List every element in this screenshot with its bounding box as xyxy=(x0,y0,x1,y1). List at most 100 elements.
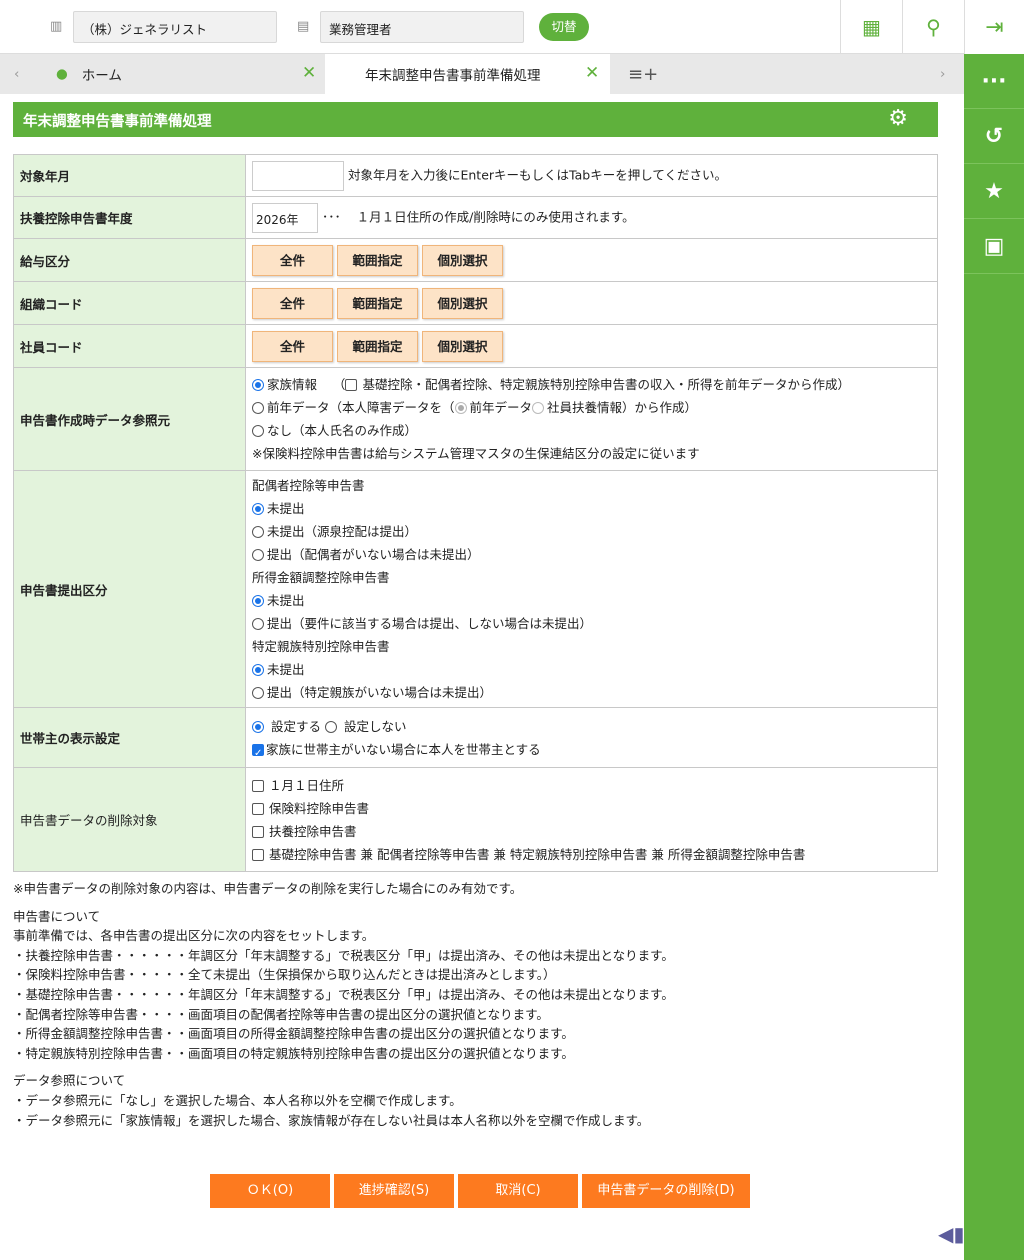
search-icon[interactable]: ⚲ xyxy=(902,0,964,54)
group-title: 配偶者控除等申告書 xyxy=(252,478,365,493)
tab-home[interactable]: ● ホーム ✕ xyxy=(40,54,325,94)
group-title: 特定親族特別控除申告書 xyxy=(252,639,390,654)
note-line: 事前準備では、各申告書の提出区分に次の内容をセットします。 xyxy=(13,928,375,944)
label-source: 申告書作成時データ参照元 xyxy=(13,367,246,471)
label-submit: 申告書提出区分 xyxy=(13,470,246,708)
range-button[interactable]: 範囲指定 xyxy=(337,244,418,276)
checkbox[interactable] xyxy=(252,848,264,861)
radio[interactable] xyxy=(252,503,264,515)
range-button[interactable]: 範囲指定 xyxy=(337,330,418,362)
add-tab-icon[interactable]: ≡+ xyxy=(628,54,658,94)
label-householder: 世帯主の表示設定 xyxy=(13,707,246,768)
radio-option[interactable]: 未提出 xyxy=(252,589,931,612)
source-prev-option[interactable]: 前年データ（本人障害データを（ 前年データ 社員扶養情報）から作成） xyxy=(252,396,931,419)
ok-button[interactable]: ＯＫ(O) xyxy=(210,1174,330,1208)
more-icon[interactable]: ··· xyxy=(964,54,1024,109)
year-input[interactable]: 2026年 xyxy=(252,202,318,233)
target-month-hint: 対象年月を入力後にEnterキーもしくはTabキーを押してください。 xyxy=(347,167,727,182)
gear-icon[interactable]: ⚙ xyxy=(888,106,908,131)
note-line: 申告書について xyxy=(13,908,101,924)
switch-button[interactable]: 切替 xyxy=(539,13,589,41)
radio-option[interactable]: 未提出 xyxy=(252,658,931,681)
label-employee: 社員コード xyxy=(13,324,246,368)
tab-scroll-left-icon[interactable]: ‹ xyxy=(14,54,19,94)
page-title: 年末調整申告書事前準備処理 ⚙ xyxy=(13,102,938,137)
radio[interactable] xyxy=(252,687,264,699)
clipboard-icon: ▤ xyxy=(297,19,310,34)
right-sidebar: ⇥ ··· ↺ ★ ▣ xyxy=(964,0,1024,1260)
note-line: ・扶養控除申告書・・・・・・年調区分「年末調整する」で税表区分「甲」は提出済み、… xyxy=(13,947,674,963)
tab-bar: ‹ ● ホーム ✕ 年末調整申告書事前準備処理 ✕ ≡+ › xyxy=(0,54,964,94)
inbox-icon[interactable]: ▣ xyxy=(964,219,1024,274)
company-field[interactable]: （株）ジェネラリスト xyxy=(73,11,277,43)
householder-checkbox-option[interactable]: 家族に世帯主がいない場合に本人を世帯主とする xyxy=(252,738,931,765)
checkbox[interactable] xyxy=(252,742,264,765)
label-target-month: 対象年月 xyxy=(13,154,246,197)
range-button[interactable]: 範囲指定 xyxy=(337,287,418,319)
tab-current[interactable]: 年末調整申告書事前準備処理 ✕ xyxy=(325,54,610,94)
collapse-arrow-icon[interactable]: ◀▮ xyxy=(938,1222,964,1246)
note-line: データ参照について xyxy=(13,1073,126,1089)
all-button[interactable]: 全件 xyxy=(252,244,333,276)
source-family-option[interactable]: 家族情報 （基礎控除・配偶者控除、特定親族特別控除申告書の収入・所得を前年データ… xyxy=(252,373,931,396)
cancel-button[interactable]: 取消(C) xyxy=(458,1174,578,1208)
logout-icon[interactable]: ⇥ xyxy=(964,0,1024,54)
checkbox[interactable] xyxy=(252,779,264,792)
note-line: ※申告書データの削除対象の内容は、申告書データの削除を実行した場合にのみ有効です… xyxy=(13,881,523,896)
building-icon: ▥ xyxy=(50,19,63,34)
apps-grid-icon[interactable]: ▦ xyxy=(840,0,902,54)
tab-scroll-right-icon[interactable]: › xyxy=(940,54,945,94)
individual-button[interactable]: 個別選択 xyxy=(422,244,503,276)
label-org: 組織コード xyxy=(13,281,246,325)
radio[interactable] xyxy=(252,402,264,414)
radio-option[interactable]: 提出（特定親族がいない場合は未提出） xyxy=(252,681,931,704)
checkbox-option[interactable]: 保険料控除申告書 xyxy=(252,797,931,820)
star-icon[interactable]: ★ xyxy=(964,164,1024,219)
checkbox[interactable] xyxy=(252,802,264,815)
radio-unset[interactable] xyxy=(324,720,337,733)
note-line: ・特定親族特別控除申告書・・画面項目の特定親族特別控除申告書の提出区分の選択値と… xyxy=(13,1045,574,1061)
radio[interactable] xyxy=(252,618,264,630)
radio[interactable] xyxy=(252,664,264,676)
radio-option[interactable]: 提出（配偶者がいない場合は未提出） xyxy=(252,543,931,566)
top-bar: ▥ （株）ジェネラリスト ▤ 業務管理者 切替 ▦ ⚲ xyxy=(0,0,964,54)
all-button[interactable]: 全件 xyxy=(252,287,333,319)
target-month-input[interactable] xyxy=(252,160,344,191)
year-picker-button[interactable]: ･･･ xyxy=(322,209,341,224)
checkbox[interactable] xyxy=(345,379,358,391)
note-line xyxy=(13,899,674,907)
individual-button[interactable]: 個別選択 xyxy=(422,287,503,319)
radio[interactable] xyxy=(252,425,264,437)
note-line: ・所得金額調整控除申告書・・画面項目の所得金額調整控除申告書の提出区分の選択値と… xyxy=(13,1026,574,1042)
label-year: 扶養控除申告書年度 xyxy=(13,196,246,239)
radio[interactable] xyxy=(252,549,264,561)
progress-button[interactable]: 進捗確認(S) xyxy=(334,1174,454,1208)
source-none-option[interactable]: なし（本人氏名のみ作成） xyxy=(252,419,931,442)
radio[interactable] xyxy=(454,402,467,414)
radio-option[interactable]: 未提出 xyxy=(252,497,931,520)
all-button[interactable]: 全件 xyxy=(252,330,333,362)
history-icon[interactable]: ↺ xyxy=(964,109,1024,164)
radio-option[interactable]: 未提出（源泉控配は提出） xyxy=(252,520,931,543)
checkbox[interactable] xyxy=(252,825,264,838)
source-note: ※保険料控除申告書は給与システム管理マスタの生保連結区分の設定に従います xyxy=(252,446,700,461)
note-line: ・データ参照元に「家族情報」を選択した場合、家族情報が存在しない社員は本人名称以… xyxy=(13,1112,650,1128)
radio-set[interactable] xyxy=(252,720,264,733)
individual-button[interactable]: 個別選択 xyxy=(422,330,503,362)
close-icon[interactable]: ✕ xyxy=(585,63,599,83)
close-icon[interactable]: ✕ xyxy=(302,63,316,83)
radio[interactable] xyxy=(252,526,264,538)
note-line: ・保険料控除申告書・・・・・全て未提出（生保損保から取り込んだときは提出済みとし… xyxy=(13,967,556,983)
pin-icon: ● xyxy=(56,66,68,82)
checkbox-option[interactable]: １月１日住所 xyxy=(252,774,931,797)
radio[interactable] xyxy=(532,402,545,414)
checkbox-option[interactable]: 基礎控除申告書 兼 配偶者控除等申告書 兼 特定親族特別控除申告書 兼 所得金額… xyxy=(252,843,931,866)
form-table: 対象年月 対象年月を入力後にEnterキーもしくはTabキーを押してください。 … xyxy=(13,154,938,872)
delete-data-button[interactable]: 申告書データの削除(D) xyxy=(582,1174,750,1208)
radio[interactable] xyxy=(252,379,264,391)
checkbox-option[interactable]: 扶養控除申告書 xyxy=(252,820,931,843)
label-salary: 給与区分 xyxy=(13,238,246,282)
role-field[interactable]: 業務管理者 xyxy=(320,11,524,43)
radio-option[interactable]: 提出（要件に該当する場合は提出、しない場合は未提出） xyxy=(252,612,931,635)
radio[interactable] xyxy=(252,595,264,607)
